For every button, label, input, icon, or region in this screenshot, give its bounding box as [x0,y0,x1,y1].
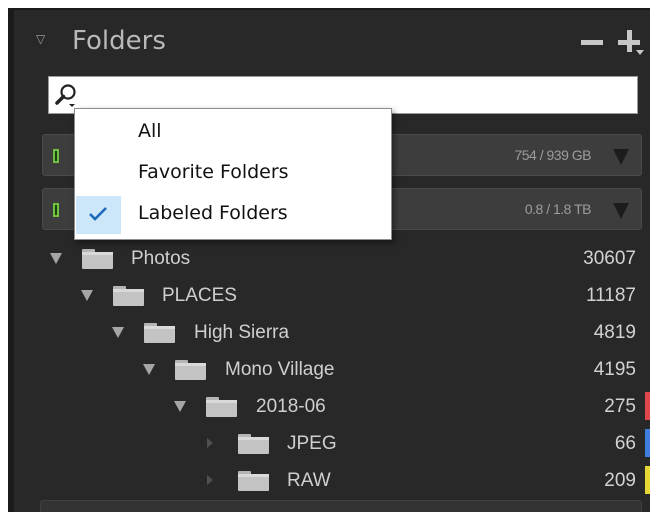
expand-triangle-icon[interactable] [174,401,186,412]
folder-name: Photos [131,248,191,269]
panel-header[interactable]: ▽ Folders [14,10,650,70]
menu-item-favorite-folders[interactable]: Favorite Folders [75,154,391,190]
menu-item-all[interactable]: All [75,113,391,149]
color-label-yellow [645,466,650,494]
expand-triangle-icon[interactable] [81,290,93,301]
menu-check-highlight [76,196,121,234]
folder-count: 4819 [593,322,636,343]
folder-icon [82,249,113,269]
expand-triangle-icon[interactable] [143,364,155,375]
folder-name: 2018-06 [256,396,326,417]
folder-name: Mono Village [225,359,335,380]
folder-count: 209 [604,470,636,491]
volume-dropdown-icon[interactable] [613,203,629,219]
remove-folder-icon[interactable] [581,40,603,45]
add-folder-icon[interactable] [618,30,644,56]
folder-icon [113,286,144,306]
folder-row[interactable]: PLACES 11187 [14,277,650,314]
volume-status-indicator [53,149,59,163]
folder-name: JPEG [287,433,337,454]
panel-title: Folders [72,26,166,56]
expand-triangle-icon[interactable] [50,253,62,264]
folder-count: 11187 [585,285,636,306]
color-label-blue [645,429,650,457]
folder-count: 66 [614,433,636,454]
folder-row[interactable]: Mono Village 4195 [14,351,650,388]
expand-triangle-icon[interactable] [112,327,124,338]
folder-count: 275 [604,396,636,417]
folder-row[interactable]: Photos 30607 [14,240,650,277]
menu-item-labeled-folders[interactable]: Labeled Folders [75,195,391,234]
volume-size: 0.8 / 1.8 TB [524,201,592,217]
folder-icon [206,397,237,417]
volume-row-partial[interactable] [40,500,642,512]
collapsed-triangle-icon[interactable] [207,438,213,448]
folders-panel: ▽ Folders 754 / 939 GB 0.8 / 1.8 TB Phot… [8,8,650,512]
folder-icon [175,360,206,380]
color-label-red [645,392,650,420]
volume-size: 754 / 939 GB [514,147,591,163]
search-icon[interactable] [55,83,81,109]
folder-count: 30607 [583,248,636,269]
folder-row[interactable]: High Sierra 4819 [14,314,650,351]
folder-name: RAW [287,470,331,491]
collapse-triangle-icon[interactable]: ▽ [36,33,48,45]
checkmark-icon [89,207,107,221]
folder-icon [238,434,269,454]
folder-name: PLACES [162,285,237,306]
folder-filter-menu: All Favorite Folders Labeled Folders [74,108,392,240]
volume-status-indicator [53,203,59,217]
folder-name: High Sierra [194,322,290,343]
menu-item-label: All [138,120,162,142]
menu-item-label: Labeled Folders [138,202,288,224]
folder-row[interactable]: RAW 209 [14,462,650,499]
folder-icon [238,471,269,491]
folder-row[interactable]: 2018-06 275 [14,388,650,425]
folder-row[interactable]: JPEG 66 [14,425,650,462]
collapsed-triangle-icon[interactable] [207,475,213,485]
menu-item-label: Favorite Folders [138,161,289,183]
folder-count: 4195 [593,359,636,380]
volume-dropdown-icon[interactable] [613,149,629,165]
folder-icon [144,323,175,343]
